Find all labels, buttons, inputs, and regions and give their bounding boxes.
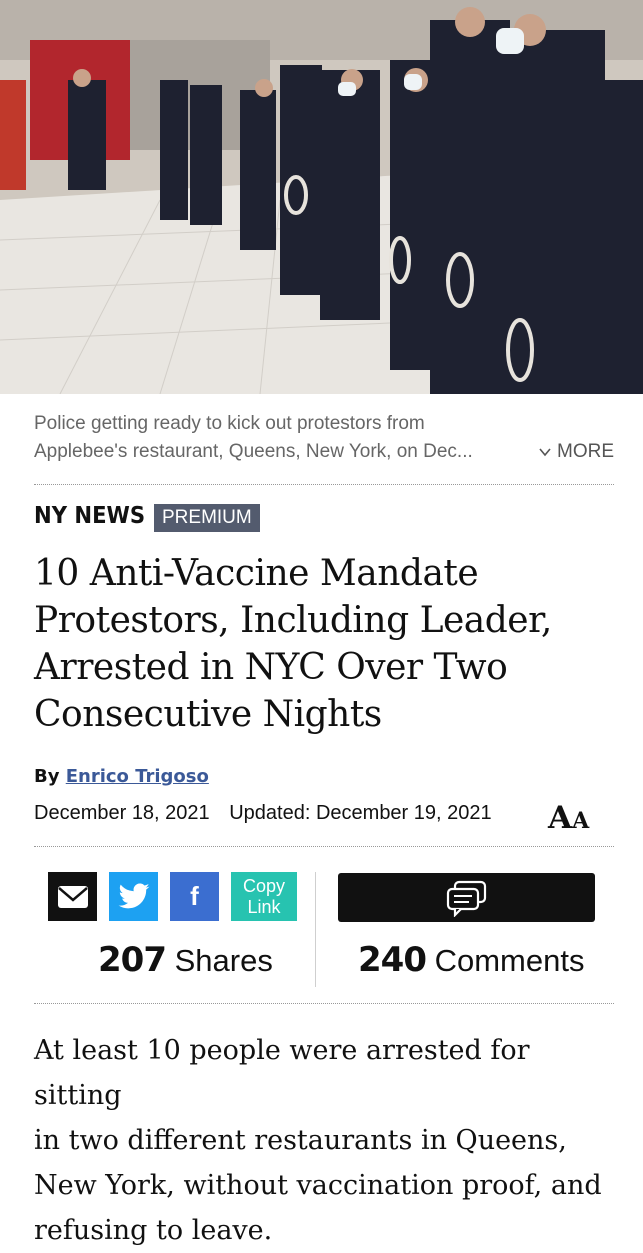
comments-button[interactable] (338, 873, 595, 922)
mail-icon (57, 885, 88, 908)
comments-number: 240 (358, 940, 427, 980)
more-label: MORE (557, 441, 614, 462)
copy-link-line-1: Copy (242, 875, 286, 896)
body-line-4: refusing to leave. (34, 1215, 273, 1246)
font-size-large-glyph: A (548, 800, 573, 836)
headline-line-1: 10 Anti-Vaccine Mandate (34, 553, 479, 594)
share-buttons: f Copy Link (48, 872, 297, 921)
section-label[interactable]: NY NEWS (34, 503, 145, 529)
premium-badge: PREMIUM (154, 504, 260, 532)
caption-line-1: Police getting ready to kick out protest… (34, 413, 425, 434)
headline-line-3: Arrested in NYC Over Two (34, 647, 508, 688)
article-lead-paragraph: At least 10 people were arrested for sit… (34, 1028, 624, 1253)
image-caption: Police getting ready to kick out protest… (34, 410, 614, 466)
divider (34, 846, 614, 847)
shares-label: Shares (174, 943, 273, 978)
comments-count[interactable]: 240 Comments (358, 940, 584, 980)
author-link[interactable]: Enrico Trigoso (66, 766, 209, 787)
body-line-1: At least 10 people were arrested for sit… (34, 1035, 530, 1111)
twitter-bird-icon (118, 882, 149, 908)
copy-link-button[interactable]: Copy Link (231, 872, 297, 921)
body-line-2: in two different restaurants in Queens, (34, 1125, 567, 1156)
divider (34, 484, 614, 485)
comments-label: Comments (434, 943, 585, 978)
more-button[interactable]: MORE (539, 438, 614, 466)
facebook-share-button[interactable]: f (170, 872, 219, 921)
published-date: December 18, 2021 (34, 802, 210, 824)
shares-count: 207 Shares (98, 940, 273, 980)
email-share-button[interactable] (48, 872, 97, 921)
facebook-icon: f (190, 881, 199, 911)
updated-date: Updated: December 19, 2021 (229, 802, 492, 824)
article-headline: 10 Anti-Vaccine Mandate Protestors, Incl… (34, 550, 624, 738)
byline: By Enrico Trigoso (34, 766, 209, 787)
hero-image[interactable] (0, 0, 643, 394)
hero-photo (0, 0, 643, 394)
shares-number: 207 (98, 940, 167, 980)
font-size-button[interactable]: AA (548, 800, 589, 836)
copy-link-line-2: Link (247, 896, 281, 917)
article-dates: December 18, 2021 Updated: December 19, … (34, 802, 506, 825)
caption-line-2: Applebee's restaurant, Queens, New York,… (34, 441, 473, 462)
headline-line-2: Protestors, Including Leader, (34, 600, 552, 641)
twitter-share-button[interactable] (109, 872, 158, 921)
vertical-divider (315, 872, 316, 987)
byline-prefix: By (34, 766, 60, 787)
chevron-down-icon (539, 448, 551, 457)
headline-line-4: Consecutive Nights (34, 694, 382, 735)
body-line-3: New York, without vaccination proof, and (34, 1170, 602, 1201)
font-size-small-glyph: A (572, 808, 590, 834)
divider (34, 1003, 614, 1004)
comment-bubbles-icon (446, 880, 486, 917)
